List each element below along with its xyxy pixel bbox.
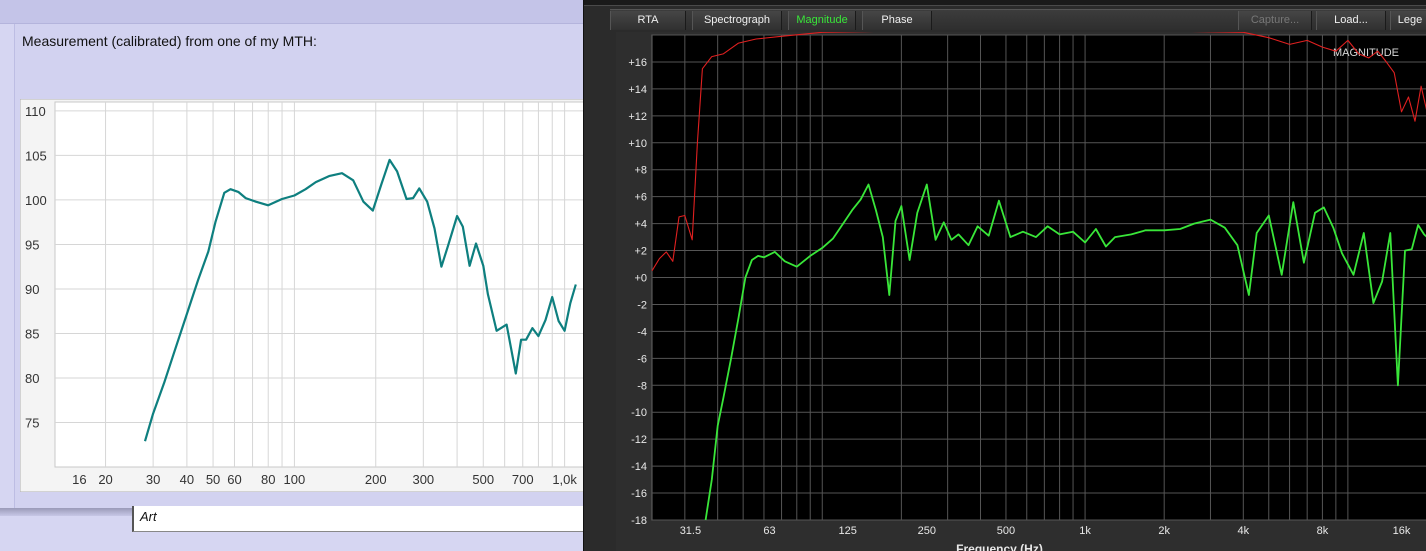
reply-text-field[interactable]: Art	[132, 506, 602, 532]
y-tick-label: -12	[631, 434, 647, 446]
x-tick-label: 1,0k	[552, 472, 577, 487]
x-tick-label: 80	[261, 472, 275, 487]
tab-rta[interactable]: RTA	[610, 11, 686, 30]
y-tick-label: +8	[634, 165, 647, 177]
x-tick-label: 700	[512, 472, 534, 487]
x-tick-label: 125	[839, 525, 857, 537]
x-tick-label: 8k	[1317, 525, 1329, 537]
y-tick-label: +12	[628, 111, 647, 123]
x-tick-label: 200	[365, 472, 387, 487]
y-tick-label: +10	[628, 138, 647, 150]
y-tick-label: 95	[25, 237, 39, 252]
x-tick-label: 250	[918, 525, 936, 537]
x-tick-label: 31.5	[680, 525, 701, 537]
reply-text: Art	[140, 509, 157, 524]
x-tick-label: 20	[98, 472, 112, 487]
y-tick-label: -14	[631, 461, 647, 473]
x-tick-label: 500	[997, 525, 1015, 537]
x-tick-label: 40	[180, 472, 194, 487]
y-tick-label: 80	[25, 371, 39, 386]
y-tick-label: +16	[628, 57, 647, 69]
x-tick-label: 1k	[1079, 525, 1091, 537]
x-tick-label: 500	[472, 472, 494, 487]
magnitude-plot-svg: +16 +14 +12 +10 +8 +6 +4 +2 +0 -2 -4 -6 -8 -10 -12 -14 -…	[616, 32, 1426, 551]
y-tick-label: +0	[634, 273, 647, 285]
legend-button[interactable]: Lege	[1390, 11, 1426, 30]
magnitude-plot: +16 +14 +12 +10 +8 +6 +4 +2 +0 -2 -4 -6 -8 -10 -12 -14 -…	[616, 32, 1426, 551]
analyzer-tab-bar: RTA Spectrograph Magnitude Phase Capture…	[610, 9, 1426, 30]
x-tick-label: 60	[227, 472, 241, 487]
y-tick-label: -2	[637, 299, 647, 311]
forum-panel: Measurement (calibrated) from one of my …	[0, 0, 602, 551]
x-axis-title: Frequency (Hz)	[956, 542, 1043, 551]
x-tick-label: 2k	[1158, 525, 1170, 537]
analyzer-title-edge	[584, 0, 1426, 6]
y-tick-label: -6	[637, 353, 647, 365]
analyzer-window: RTA Spectrograph Magnitude Phase Capture…	[583, 0, 1426, 551]
screenshot-root: Measurement (calibrated) from one of my …	[0, 0, 1426, 551]
y-tick-label: 105	[25, 148, 47, 163]
y-tick-label: 90	[25, 282, 39, 297]
y-tick-label: 110	[25, 104, 46, 119]
y-tick-label: 85	[25, 326, 39, 341]
y-tick-label: -8	[637, 380, 647, 392]
tab-spectrograph[interactable]: Spectrograph	[692, 11, 782, 30]
x-tick-label: 50	[206, 472, 220, 487]
x-tick-label: 16	[72, 472, 86, 487]
capture-button[interactable]: Capture...	[1238, 11, 1312, 30]
y-tick-label: -4	[637, 326, 647, 338]
y-tick-label: +14	[628, 84, 647, 96]
x-tick-label: 30	[146, 472, 160, 487]
tab-phase[interactable]: Phase	[862, 11, 932, 30]
measurement-chart-svg: 75 80 85 90 95 100 105 110 16 20 30 40 50 60 80 100 200 3…	[20, 99, 590, 492]
load-button[interactable]: Load...	[1316, 11, 1386, 30]
measurement-chart: 75 80 85 90 95 100 105 110 16 20 30 40 50 60 80 100 200 3…	[20, 99, 590, 492]
y-tick-label: 100	[25, 193, 47, 208]
post-caption: Measurement (calibrated) from one of my …	[22, 33, 317, 49]
plot-area	[54, 101, 587, 468]
y-tick-label: +2	[634, 246, 647, 258]
y-tick-label: 75	[25, 415, 39, 430]
y-tick-label: -18	[631, 515, 647, 527]
tab-magnitude[interactable]: Magnitude	[788, 11, 856, 30]
y-tick-label: +4	[634, 219, 647, 231]
x-tick-label: 100	[284, 472, 306, 487]
x-tick-label: 16k	[1393, 525, 1411, 537]
y-tick-label: -16	[631, 488, 647, 500]
x-tick-label: 300	[412, 472, 434, 487]
x-tick-label: 63	[763, 525, 775, 537]
x-tick-label: 4k	[1237, 525, 1249, 537]
y-tick-label: -10	[631, 407, 647, 419]
forum-top-strip	[0, 0, 600, 24]
y-tick-label: +6	[634, 192, 647, 204]
